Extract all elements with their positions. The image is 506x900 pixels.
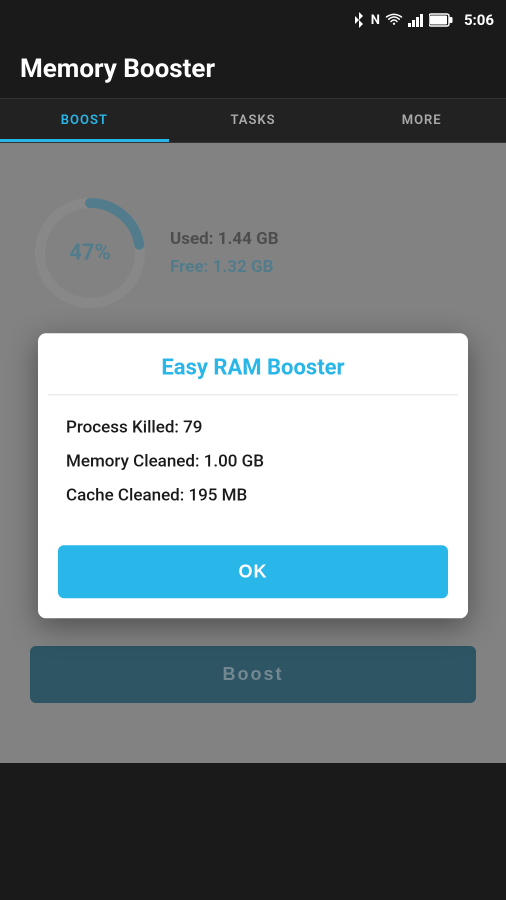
dialog-actions: OK xyxy=(38,529,468,618)
status-icons: N 5:06 xyxy=(352,11,494,29)
tab-boost[interactable]: BOOST xyxy=(0,99,169,142)
tab-tasks[interactable]: TASKS xyxy=(169,99,338,142)
status-time: 5:06 xyxy=(464,11,494,29)
tab-bar: BOOST TASKS MORE xyxy=(0,99,506,143)
cache-cleaned-label: Cache Cleaned: xyxy=(66,485,184,505)
main-content: 47% Used: 1.44 GB Free: 1.32 GB Easy RAM… xyxy=(0,143,506,763)
process-killed-label: Process Killed: xyxy=(66,417,179,437)
tab-more[interactable]: MORE xyxy=(337,99,506,142)
memory-cleaned-value: 1.00 GB xyxy=(204,451,264,471)
nfc-icon: N xyxy=(371,13,380,28)
wifi-icon xyxy=(385,13,403,27)
bluetooth-icon xyxy=(352,11,366,29)
cache-cleaned-value: 195 MB xyxy=(188,485,247,505)
cache-cleaned-stat: Cache Cleaned: 195 MB xyxy=(66,485,440,505)
signal-icon xyxy=(408,13,424,27)
memory-cleaned-stat: Memory Cleaned: 1.00 GB xyxy=(66,451,440,471)
app-header: Memory Booster xyxy=(0,40,506,99)
ok-button[interactable]: OK xyxy=(58,545,448,598)
dialog: Easy RAM Booster Process Killed: 79 Memo… xyxy=(38,333,468,618)
battery-icon xyxy=(429,13,453,27)
process-killed-stat: Process Killed: 79 xyxy=(66,417,440,437)
memory-cleaned-label: Memory Cleaned: xyxy=(66,451,199,471)
process-killed-value: 79 xyxy=(183,417,202,437)
app-title: Memory Booster xyxy=(20,54,215,84)
dialog-body: Process Killed: 79 Memory Cleaned: 1.00 … xyxy=(38,395,468,529)
dialog-title: Easy RAM Booster xyxy=(38,333,468,394)
status-bar: N 5:06 xyxy=(0,0,506,40)
